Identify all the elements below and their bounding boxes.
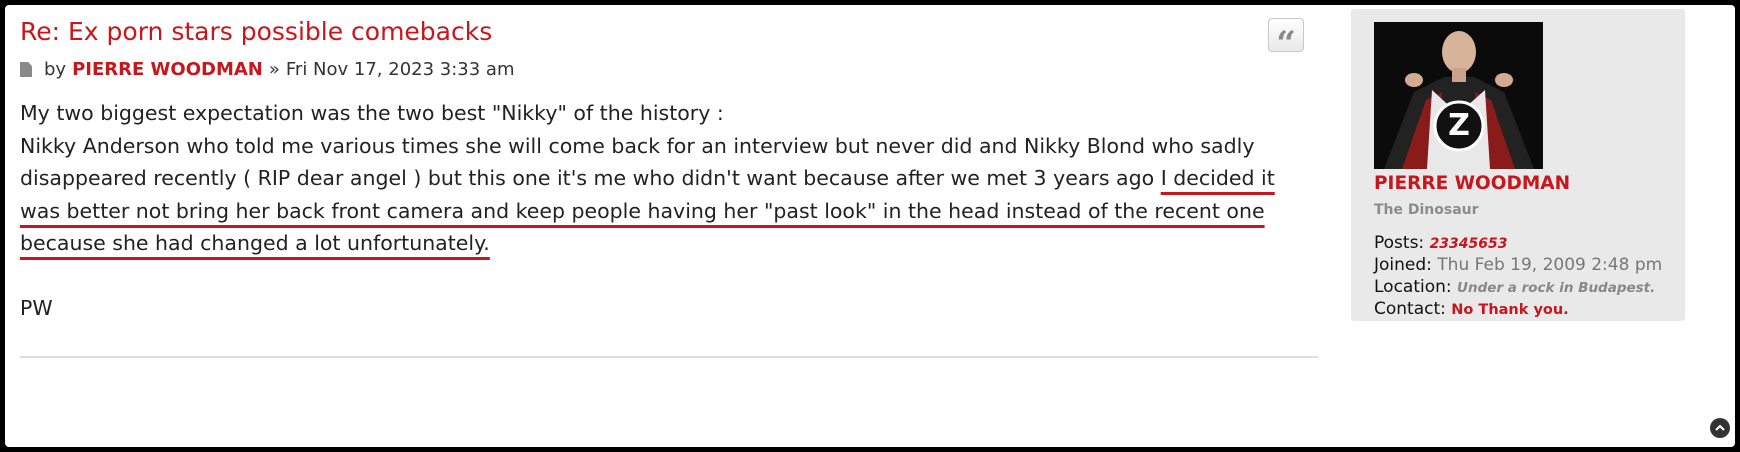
meta-separator: » — [268, 59, 280, 80]
meta-by: by — [44, 59, 67, 80]
back-to-top-button[interactable] — [1710, 418, 1730, 438]
post-text-line: My two biggest expectation was the two b… — [20, 101, 724, 125]
profile-rank: The Dinosaur — [1374, 202, 1479, 218]
profile-details: Posts: 23345653 Joined: Thu Feb 19, 2009… — [1374, 232, 1662, 320]
profile-username[interactable]: PIERRE WOODMAN — [1374, 173, 1570, 194]
location-value: Under a rock in Budapest. — [1457, 280, 1656, 296]
location-label: Location: — [1374, 277, 1452, 297]
avatar-image — [1374, 22, 1543, 169]
post-text-paragraph: Nikky Anderson who told me various times… — [20, 130, 1320, 260]
contact-label: Contact: — [1374, 299, 1446, 319]
post-content: My two biggest expectation was the two b… — [20, 97, 1320, 324]
joined-label: Joined: — [1374, 255, 1432, 275]
profile-posts-row: Posts: 23345653 — [1374, 232, 1662, 254]
post-meta: by PIERRE WOODMAN » Fri Nov 17, 2023 3:3… — [20, 59, 514, 80]
post-divider — [20, 356, 1318, 358]
profile-joined-row: Joined: Thu Feb 19, 2009 2:48 pm — [1374, 254, 1662, 276]
post-date: Fri Nov 17, 2023 3:33 am — [285, 59, 515, 80]
avatar[interactable]: Z — [1374, 22, 1543, 169]
posts-label: Posts: — [1374, 233, 1425, 253]
meta-author-link[interactable]: PIERRE WOODMAN — [72, 59, 263, 80]
author-profile: Z PIERRE WOODMAN The Dinosaur Posts: 233… — [1351, 9, 1685, 321]
contact-value[interactable]: No Thank you. — [1451, 302, 1568, 318]
post-text-plain: Nikky Anderson who told me various times… — [20, 133, 1255, 191]
post-signature: PW — [20, 295, 53, 320]
avatar-letter: Z — [1448, 108, 1470, 143]
profile-contact-row: Contact: No Thank you. — [1374, 298, 1662, 320]
post-container: Re: Ex porn stars possible comebacks by … — [5, 5, 1735, 447]
posts-count-link[interactable]: 23345653 — [1430, 236, 1508, 252]
post-title[interactable]: Re: Ex porn stars possible comebacks — [20, 17, 492, 46]
joined-value: Thu Feb 19, 2009 2:48 pm — [1437, 255, 1663, 275]
profile-location-row: Location: Under a rock in Budapest. — [1374, 276, 1662, 298]
quote-icon: “ — [1276, 24, 1296, 64]
quote-button[interactable]: “ — [1268, 18, 1304, 64]
post-file-icon[interactable] — [20, 62, 32, 77]
chevron-up-icon — [1715, 424, 1725, 431]
